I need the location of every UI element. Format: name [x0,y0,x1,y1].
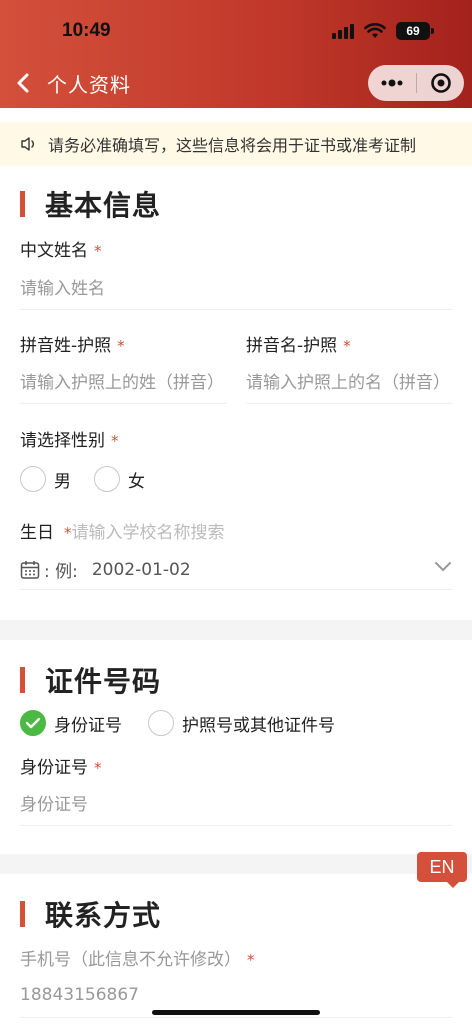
home-indicator [152,1010,320,1015]
id-type-idcard-radio[interactable]: 身份证号 [20,710,122,736]
phone-label: 手机号（此信息不允许修改） * [20,950,255,970]
notice-text: 请务必准确填写，这些信息将会用于证书或准考证制 [48,136,417,155]
pinyin-last-input[interactable]: 请输入护照上的姓（拼音） [20,358,227,404]
pinyin-first-placeholder: 请输入护照上的名（拼音） [246,373,450,393]
gender-male-label: 男 [54,471,71,492]
pinyin-first-label: 拼音名-护照 * [246,336,351,356]
section-accent-bar [20,667,25,693]
battery-icon: 69 [396,22,434,40]
gender-female-label: 女 [128,471,145,492]
id-number-input[interactable]: 身份证号 [20,780,452,826]
chinese-name-label: 中文姓名 * [20,241,102,261]
close-button[interactable] [417,65,464,101]
language-toggle-button[interactable]: EN [417,852,467,888]
more-dots-icon [381,79,403,87]
id-type-passport-label: 护照号或其他证件号 [182,715,335,736]
calendar-icon [20,560,40,579]
signal-icon [332,23,354,39]
more-button[interactable] [368,65,416,101]
pinyin-last-label: 拼音姓-护照 * [20,336,125,356]
gender-male-radio[interactable]: 男 [20,466,71,492]
phone-value: 18843156867 [20,984,139,1005]
chevron-left-icon [17,73,29,93]
mini-program-capsule [368,65,464,101]
checkmark-icon [20,710,46,736]
pinyin-last-placeholder: 请输入护照上的姓（拼音） [20,373,224,393]
chinese-name-input[interactable]: 请输入姓名 [20,264,452,310]
chevron-down-icon [435,562,451,572]
pinyin-first-input[interactable]: 请输入护照上的名（拼音） [246,358,452,404]
section-divider [0,854,472,874]
radio-circle-icon [148,710,174,736]
id-type-idcard-label: 身份证号 [54,715,122,736]
birthday-value: 2002-01-02 [91,559,191,580]
section-title-text: 基本信息 [45,189,162,222]
status-icons: 69 [332,22,434,40]
notice-bar: 请务必准确填写，这些信息将会用于证书或准考证制 [0,122,472,166]
id-type-passport-radio[interactable]: 护照号或其他证件号 [148,710,335,736]
speaker-icon [21,137,34,151]
page-title: 个人资料 [47,73,131,97]
back-button[interactable] [16,70,38,96]
id-number-label: 身份证号 * [20,758,102,778]
section-title-id: 证件号码 [20,660,161,700]
status-time: 10:49 [62,20,111,41]
target-icon [430,73,451,93]
section-title-text: 联系方式 [45,899,162,932]
birthday-prefix: : 例: [44,562,78,582]
radio-circle-icon [94,466,120,492]
section-title-text: 证件号码 [45,665,162,698]
section-divider [0,620,472,640]
section-title-contact: 联系方式 [20,894,161,934]
birthday-picker[interactable]: : 例: 2002-01-02 [20,550,452,590]
section-accent-bar [20,901,25,927]
chinese-name-placeholder: 请输入姓名 [20,279,105,299]
wifi-icon [364,23,386,38]
birthday-label: 生日 *请输入学校名称搜索 [20,523,225,543]
section-accent-bar [20,191,25,217]
radio-circle-icon [20,466,46,492]
id-number-placeholder: 身份证号 [20,795,88,815]
top-bar: 10:49 69 个人资料 [0,0,472,108]
gender-female-radio[interactable]: 女 [94,466,145,492]
gender-label: 请选择性别 * [20,431,119,451]
section-title-basic: 基本信息 [20,184,161,224]
